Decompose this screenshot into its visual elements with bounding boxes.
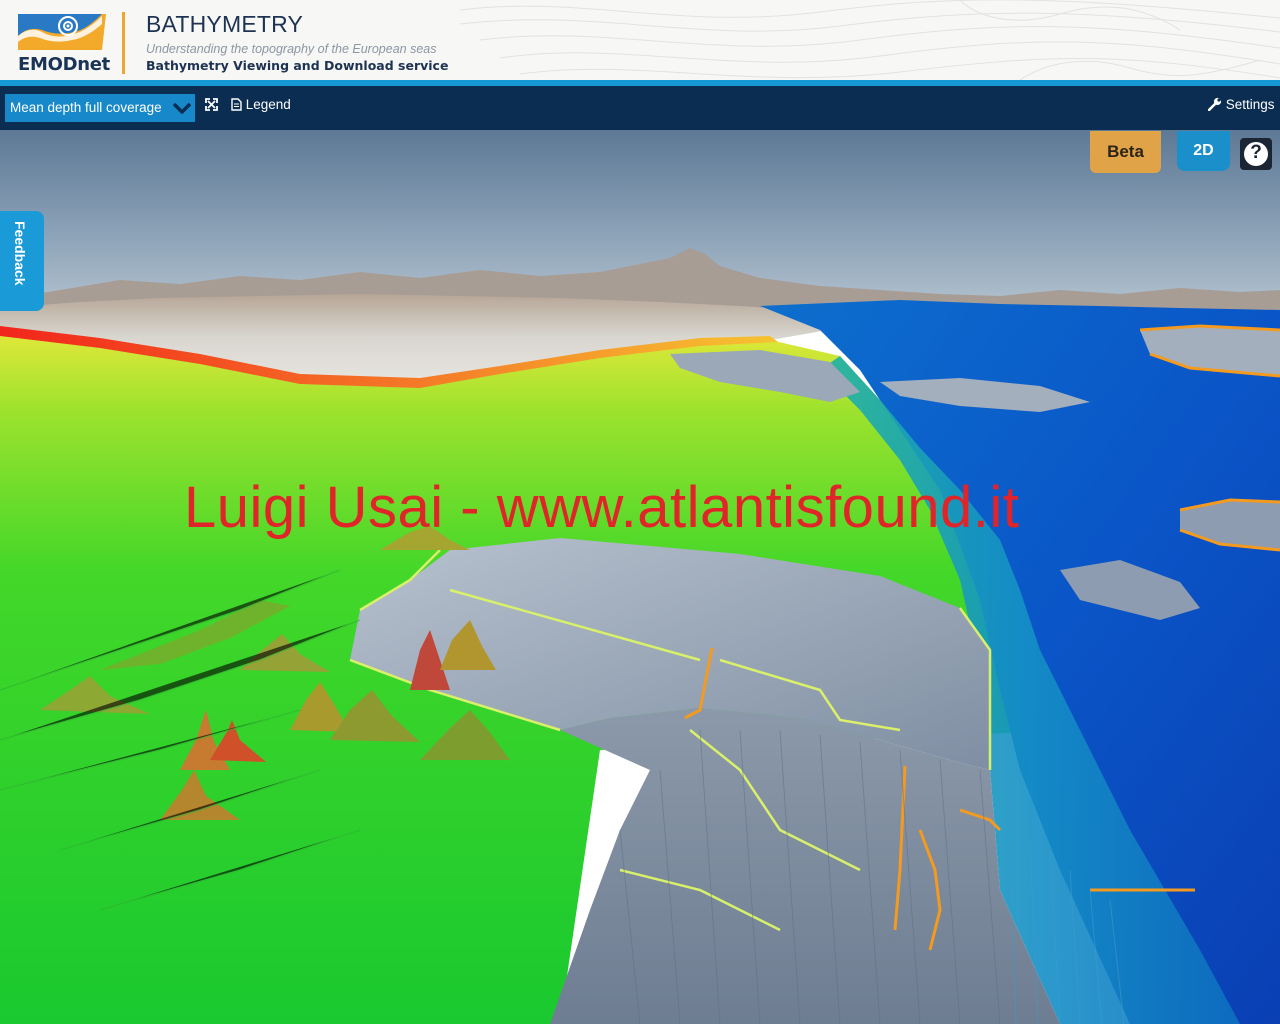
layer-select[interactable]: Mean depth full coverage [5, 94, 195, 122]
beta-button[interactable]: Beta [1090, 131, 1161, 173]
logo-text: EMODnet [18, 54, 110, 75]
service-name: Bathymetry Viewing and Download service [146, 58, 449, 73]
legend-button[interactable]: Legend [231, 97, 291, 112]
fullscreen-icon [205, 98, 218, 111]
wrench-icon [1207, 97, 1222, 112]
app-header: EMODnet BATHYMETRY Understanding the top… [0, 0, 1280, 80]
fullscreen-button[interactable] [205, 97, 218, 112]
feedback-label: Feedback [12, 221, 28, 286]
chevron-down-icon [172, 102, 192, 114]
app-title: BATHYMETRY [146, 11, 304, 37]
2d-toggle-button[interactable]: 2D [1177, 131, 1230, 171]
help-button[interactable]: ? [1240, 138, 1272, 170]
document-icon [231, 98, 242, 111]
legend-label: Legend [245, 97, 291, 112]
header-divider [122, 12, 125, 74]
watermark-text: Luigi Usai - www.atlantisfound.it [184, 475, 1020, 540]
feedback-tab[interactable]: Feedback [0, 211, 44, 311]
emodnet-logo[interactable]: EMODnet [16, 10, 110, 76]
app-subtitle: Understanding the topography of the Euro… [146, 42, 437, 56]
layer-select-value: Mean depth full coverage [10, 100, 162, 115]
bathymetry-3d-scene[interactable] [0, 130, 1280, 1024]
map-toolbar: Mean depth full coverage Legend Settings [0, 86, 1280, 130]
settings-button[interactable]: Settings [1207, 97, 1275, 112]
contour-pattern [460, 0, 1280, 80]
map-viewport[interactable]: Luigi Usai - www.atlantisfound.it Beta 2… [0, 130, 1280, 1024]
settings-label: Settings [1225, 97, 1275, 112]
help-label: ? [1250, 142, 1262, 163]
